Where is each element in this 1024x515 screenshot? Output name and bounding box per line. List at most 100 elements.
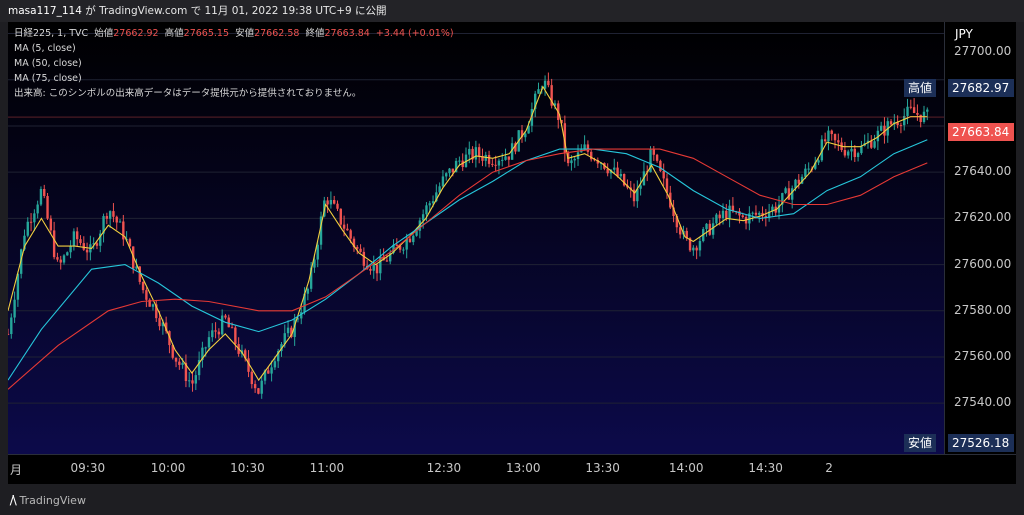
candle-body bbox=[359, 248, 362, 252]
candle-body bbox=[250, 371, 254, 385]
candle-body bbox=[445, 173, 448, 177]
candle-body bbox=[823, 139, 827, 142]
open-label: 始値 bbox=[94, 28, 114, 39]
candle-body bbox=[174, 357, 178, 362]
time-axis[interactable]: 月 09:30 10:00 10:30 11:00 12:30 13:00 13:30 14:0… bbox=[8, 454, 1016, 484]
ma5-line bbox=[8, 85, 928, 382]
brand[interactable]: ⧸⧹ TradingView bbox=[10, 494, 86, 508]
ma50-legend[interactable]: MA (50, close) bbox=[14, 56, 454, 71]
candle-body bbox=[873, 141, 876, 148]
candle-body bbox=[412, 235, 415, 243]
candle-body bbox=[26, 221, 29, 236]
candle-body bbox=[56, 257, 59, 260]
publish-header: masa117_114 が TradingView.com で 11月 01, … bbox=[0, 0, 1024, 22]
candle-body bbox=[448, 168, 451, 174]
close-value: 27663.84 bbox=[324, 28, 370, 39]
candle-body bbox=[547, 80, 550, 86]
candle-body bbox=[570, 160, 573, 164]
candle-body bbox=[326, 200, 329, 205]
candle-body bbox=[507, 156, 511, 160]
candle-body bbox=[586, 144, 590, 152]
candle-body bbox=[421, 214, 425, 221]
candle-body bbox=[474, 147, 478, 160]
candle-body bbox=[33, 213, 36, 223]
candle-body bbox=[692, 247, 695, 251]
candle-body bbox=[711, 223, 715, 235]
candle-body bbox=[504, 156, 507, 160]
candle-body bbox=[66, 252, 69, 256]
candle-body bbox=[889, 121, 893, 125]
ma75-line bbox=[8, 148, 928, 390]
price-tick-label: 27620.00 bbox=[954, 210, 1012, 225]
candle-body bbox=[118, 221, 122, 223]
candle-body bbox=[491, 163, 494, 165]
candle-body bbox=[833, 134, 837, 141]
candle-body bbox=[804, 168, 807, 177]
candle-body bbox=[899, 125, 903, 127]
ohlc-row: 日経225, 1, TVC 始値27662.92 高値27665.15 安値27… bbox=[14, 26, 454, 41]
candle-body bbox=[477, 147, 481, 156]
candle-body bbox=[85, 249, 89, 253]
tradingview-logo-icon: ⧸⧹ bbox=[10, 494, 17, 507]
candle-body bbox=[59, 259, 62, 263]
candle-body bbox=[754, 212, 758, 215]
candle-body bbox=[69, 246, 72, 253]
time-tick-label: 13:30 bbox=[585, 461, 620, 475]
time-tick-label: 12:30 bbox=[426, 461, 462, 475]
symbol-label[interactable]: 日経225, 1, TVC bbox=[14, 28, 88, 39]
candle-body bbox=[112, 211, 115, 217]
candle-body bbox=[369, 268, 372, 271]
time-tick-label: 14:30 bbox=[748, 461, 783, 475]
candle-body bbox=[494, 164, 497, 166]
candle-body bbox=[856, 153, 860, 158]
candle-body bbox=[718, 214, 721, 219]
time-tick-label: 11:00 bbox=[309, 461, 345, 475]
low-value: 27662.58 bbox=[254, 28, 300, 39]
candle-body bbox=[194, 375, 198, 384]
candle-body bbox=[715, 214, 718, 224]
candle-body bbox=[912, 107, 916, 113]
price-tick-label: 27560.00 bbox=[954, 348, 1012, 363]
candle-body bbox=[270, 367, 273, 374]
time-tick-label: 10:30 bbox=[230, 461, 265, 475]
time-tick-label: 2 bbox=[825, 461, 833, 475]
candle-body bbox=[613, 167, 616, 170]
ma5-legend[interactable]: MA (5, close) bbox=[14, 41, 454, 56]
candle-body bbox=[705, 223, 708, 230]
candle-body bbox=[695, 247, 698, 251]
candle-body bbox=[728, 205, 731, 219]
candle-body bbox=[725, 210, 728, 219]
candle-body bbox=[619, 174, 623, 177]
candle-body bbox=[662, 170, 665, 179]
ma75-legend[interactable]: MA (75, close) bbox=[14, 71, 454, 86]
candle-body bbox=[372, 264, 375, 271]
candle-body bbox=[204, 347, 207, 349]
candle-body bbox=[909, 106, 913, 108]
ma50-line bbox=[8, 139, 928, 381]
candle-body bbox=[207, 337, 211, 348]
candle-body bbox=[721, 210, 725, 219]
candle-body bbox=[408, 238, 412, 243]
candle-body bbox=[349, 230, 352, 239]
candle-body bbox=[10, 317, 13, 335]
candle-body bbox=[346, 228, 349, 231]
candle-body bbox=[8, 333, 10, 335]
candle-body bbox=[501, 159, 504, 161]
candle-body bbox=[751, 212, 754, 214]
candle-body bbox=[497, 160, 501, 166]
candle-body bbox=[543, 80, 547, 89]
author-name[interactable]: masa117_114 bbox=[8, 5, 82, 17]
candle-body bbox=[385, 260, 389, 262]
candle-body bbox=[79, 239, 82, 244]
candle-body bbox=[188, 380, 191, 382]
candle-body bbox=[141, 281, 145, 291]
candle-body bbox=[220, 315, 224, 335]
candle-body bbox=[332, 199, 336, 204]
time-tick-label: 09:30 bbox=[70, 461, 106, 475]
candle-body bbox=[441, 176, 445, 187]
high-badge-value: 27682.97 bbox=[948, 79, 1014, 97]
candle-body bbox=[853, 148, 856, 158]
candle-body bbox=[273, 361, 277, 368]
candle-body bbox=[224, 315, 227, 318]
candle-body bbox=[158, 318, 161, 327]
